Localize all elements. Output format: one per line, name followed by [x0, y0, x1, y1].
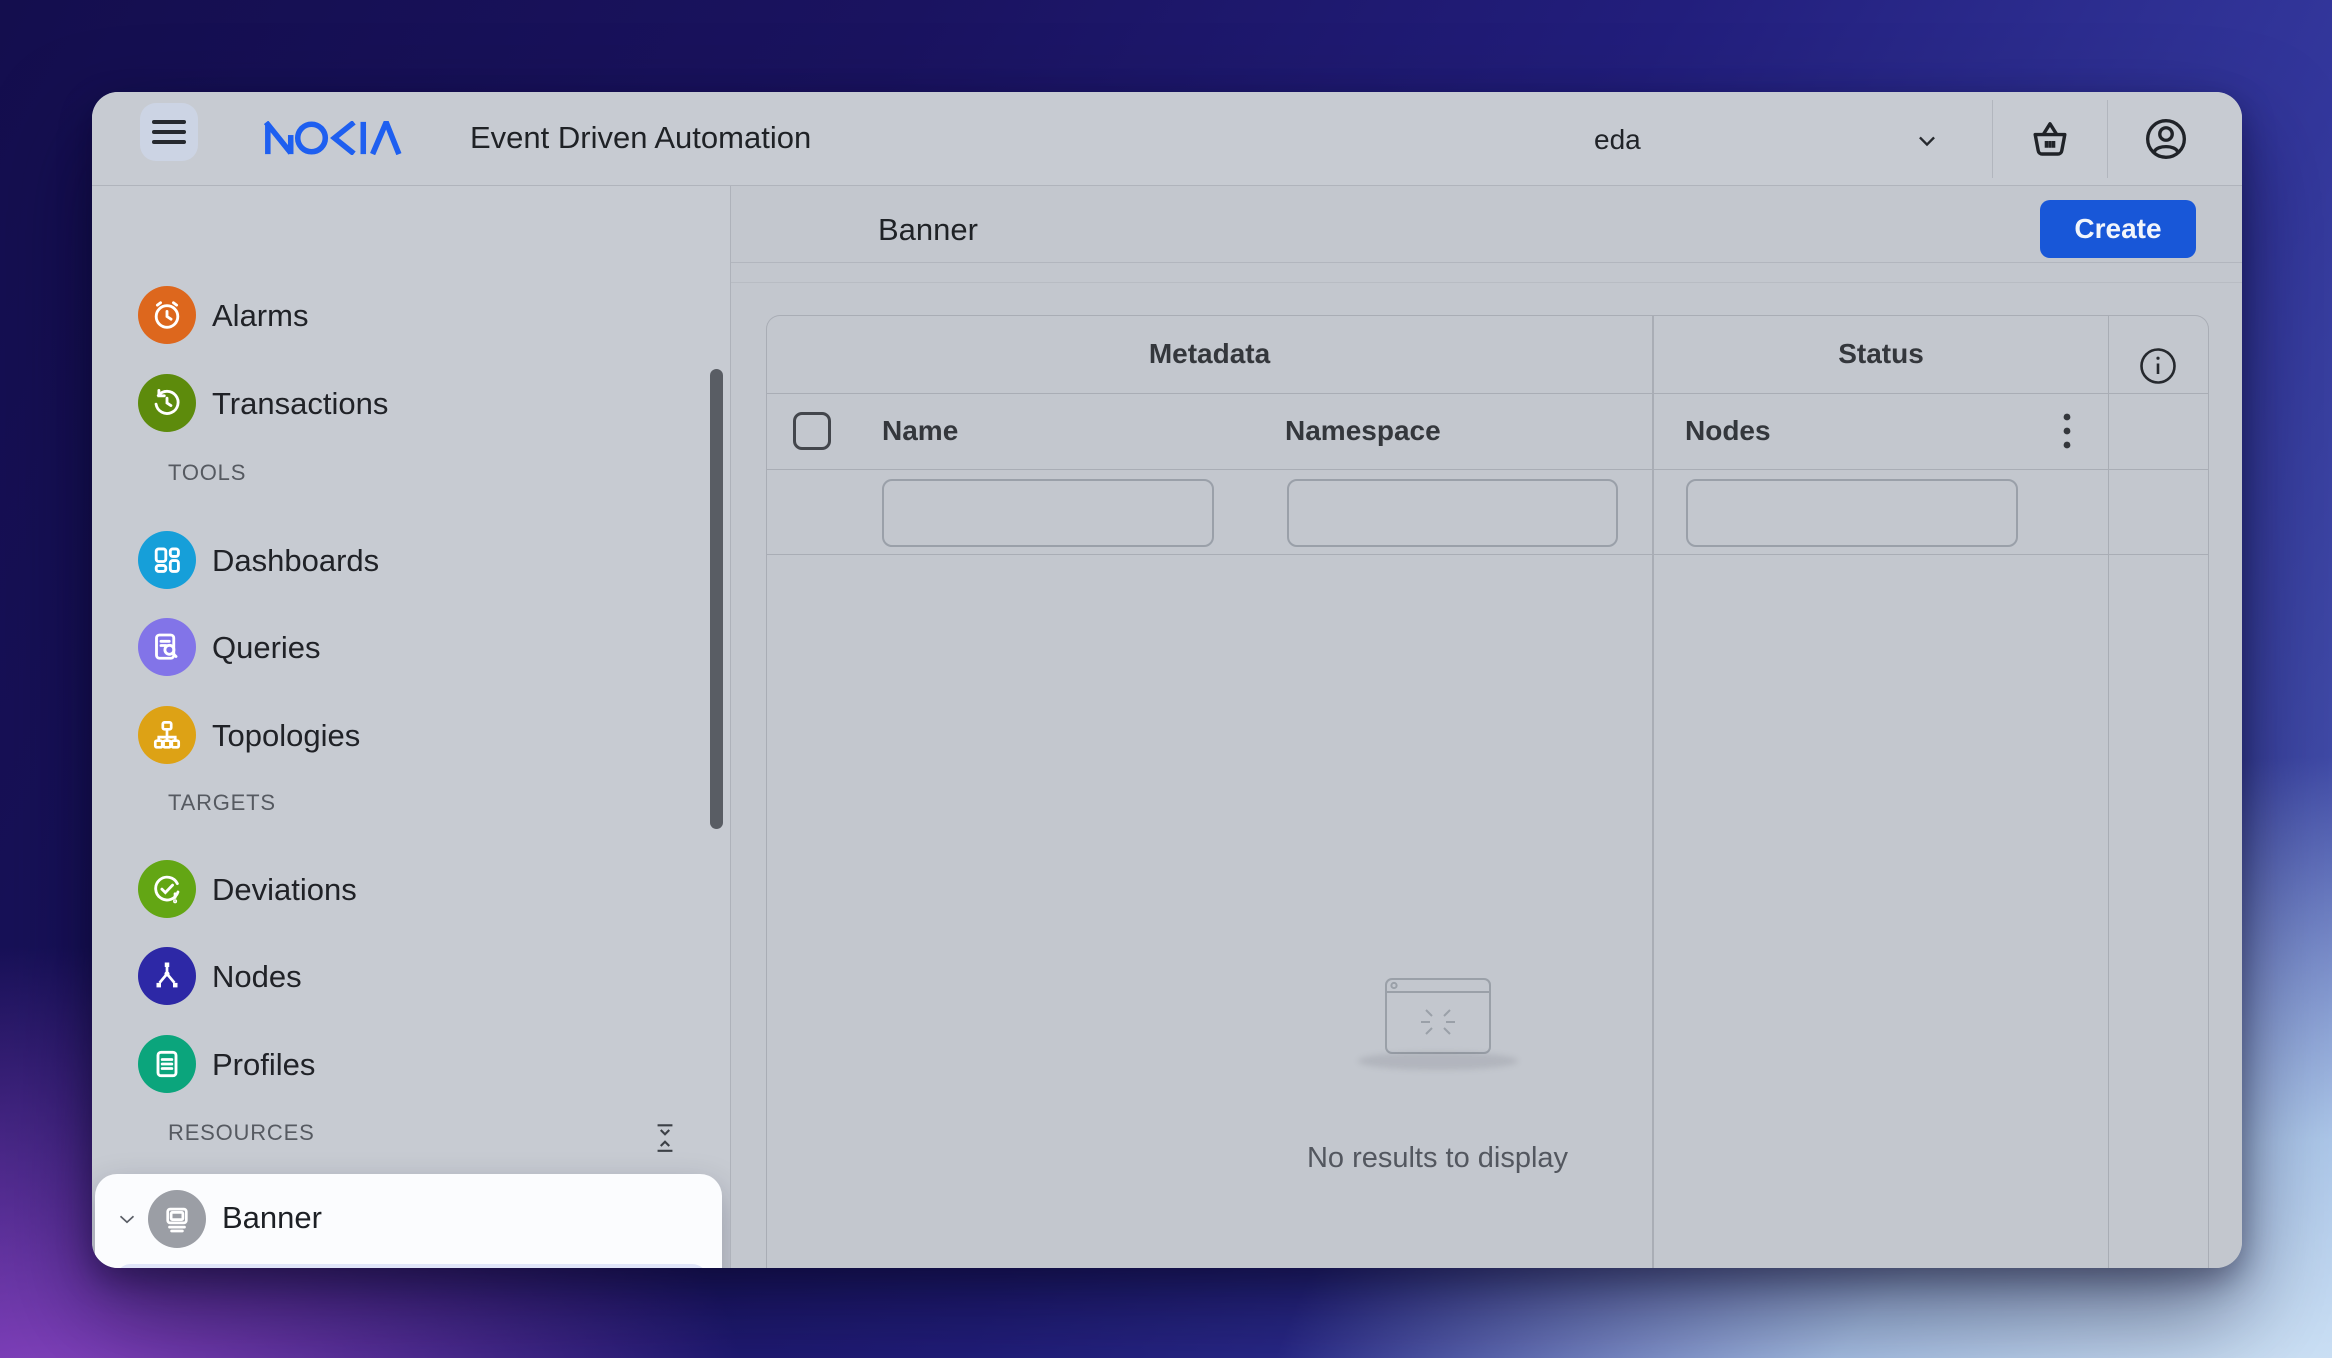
desktop-background: Event Driven Automation eda Alarms Trans… [0, 0, 2332, 1358]
create-button[interactable]: Create [2040, 200, 2196, 258]
kebab-menu-icon [2062, 411, 2072, 451]
sidebar-item-label: Queries [212, 630, 321, 665]
sidebar-nav: Alarms Transactions TOOLS Dashboards Que… [92, 186, 731, 1268]
column-header-nodes[interactable]: Nodes [1685, 415, 1771, 447]
page-header: Banner Create [731, 186, 2242, 263]
network-nodes-icon [138, 947, 196, 1005]
sidebar-item-dashboards[interactable]: Dashboards [92, 516, 712, 604]
profile-doc-icon [138, 1035, 196, 1093]
profile-button[interactable] [2139, 112, 2193, 166]
empty-state: No results to display [767, 976, 2108, 1175]
select-all-checkbox[interactable] [793, 412, 831, 450]
toolbar-divider [731, 282, 2242, 283]
empty-state-text: No results to display [1306, 1142, 1569, 1174]
section-label-targets: TARGETS [168, 790, 276, 815]
user-profile-icon [2141, 114, 2191, 164]
chevron-expanded-icon [112, 1206, 142, 1232]
sidebar-item-alarms[interactable]: Alarms [92, 271, 712, 359]
banner-resource-card: Banner B Banner [95, 1174, 722, 1268]
sidebar-item-label: Alarms [212, 298, 309, 333]
app-title: Event Driven Automation [470, 120, 812, 155]
sidebar-item-label: Dashboards [212, 543, 380, 578]
history-icon [138, 374, 196, 432]
column-header-name[interactable]: Name [882, 415, 958, 447]
sidebar-item-deviations[interactable]: Deviations [92, 845, 712, 933]
empty-window-icon [767, 976, 2108, 1060]
sidebar-scrollbar[interactable] [710, 369, 723, 829]
tree-group-label: Banner [222, 1200, 322, 1235]
dashboard-icon [138, 531, 196, 589]
row-divider [767, 554, 2208, 555]
header-divider [1992, 100, 1993, 178]
nodes-filter-input[interactable] [1686, 479, 2018, 547]
banner-group-icon [148, 1190, 206, 1248]
sidebar-item-label: Deviations [212, 872, 357, 907]
namespace-selector[interactable]: eda [1552, 100, 1982, 178]
row-divider [767, 469, 2208, 470]
column-divider [2108, 316, 2109, 1268]
hamburger-menu-button[interactable] [140, 103, 198, 161]
tree-group-banner[interactable]: Banner [95, 1184, 722, 1260]
sidebar-item-profiles[interactable]: Profiles [92, 1020, 712, 1108]
sidebar-item-label: Topologies [212, 718, 361, 753]
nokia-logo [264, 121, 404, 157]
name-filter-input[interactable] [882, 479, 1214, 547]
chevron-down-icon [1907, 124, 1947, 158]
header-divider [2107, 100, 2108, 178]
collapse-vertical-icon [648, 1120, 682, 1156]
column-menu-button[interactable] [2055, 408, 2079, 454]
empty-icon-shadow [1357, 1052, 1518, 1070]
check-circle-icon [138, 860, 196, 918]
top-header: Event Driven Automation eda [92, 92, 2242, 186]
info-button[interactable] [2136, 344, 2180, 388]
tree-item-banner[interactable]: B Banner [115, 1264, 708, 1268]
resource-table: Metadata Status Name Namespace Nodes No … [766, 315, 2209, 1268]
query-document-icon [138, 618, 196, 676]
group-header-metadata: Metadata [1148, 338, 1271, 369]
topology-icon [138, 706, 196, 764]
sidebar-item-label: Profiles [212, 1047, 316, 1082]
namespace-value: eda [1594, 124, 1641, 155]
section-label-resources: RESOURCES [168, 1120, 315, 1145]
row-divider [767, 393, 2208, 394]
sidebar-item-label: Nodes [212, 959, 302, 994]
namespace-filter-input[interactable] [1287, 479, 1618, 547]
alarm-clock-icon [138, 286, 196, 344]
basket-icon [2026, 115, 2074, 163]
nokia-logo-icon [264, 121, 402, 155]
main-content: Banner Create Metadata Status Name Names… [731, 186, 2242, 1268]
sidebar-item-topologies[interactable]: Topologies [92, 691, 712, 779]
sidebar-item-queries[interactable]: Queries [92, 603, 712, 691]
group-header-status: Status [1838, 338, 1924, 369]
collapse-all-button[interactable] [648, 1120, 682, 1156]
basket-button[interactable] [2023, 112, 2077, 166]
info-icon [2136, 344, 2180, 388]
sidebar-item-label: Transactions [212, 386, 389, 421]
section-label-tools: TOOLS [168, 460, 247, 485]
sidebar-item-nodes[interactable]: Nodes [92, 932, 712, 1020]
page-title: Banner [878, 212, 978, 247]
app-window: Event Driven Automation eda Alarms Trans… [92, 92, 2242, 1268]
column-header-namespace[interactable]: Namespace [1285, 415, 1441, 447]
sidebar-item-transactions[interactable]: Transactions [92, 359, 712, 447]
